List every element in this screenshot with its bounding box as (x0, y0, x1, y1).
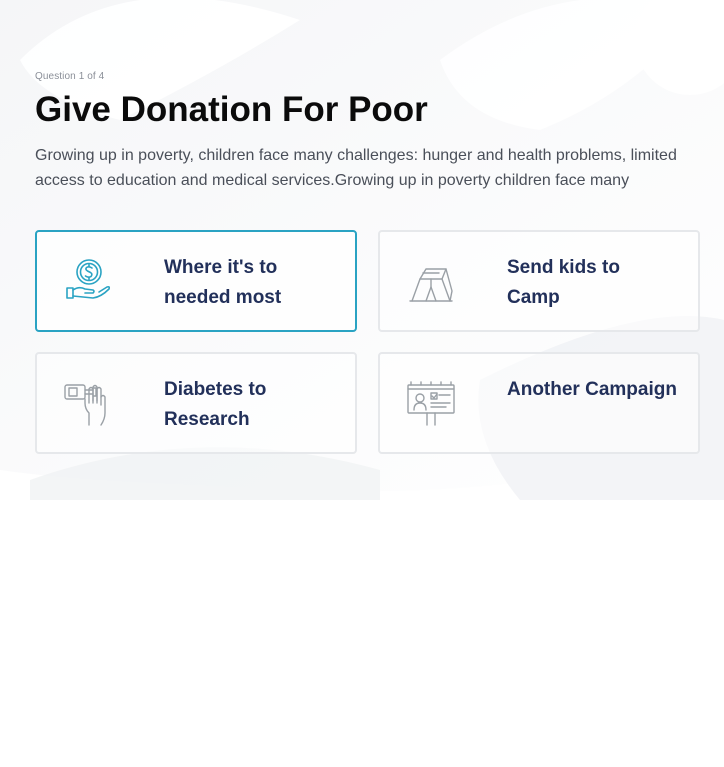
hand-glucose-meter-icon (64, 384, 106, 426)
option-card-another-campaign[interactable]: Another Campaign (378, 352, 700, 454)
question-progress: Question 1 of 4 (35, 71, 105, 82)
billboard-icon (407, 381, 455, 426)
option-card-diabetes-research[interactable]: Diabetes to Research (35, 352, 357, 454)
tent-icon (409, 268, 453, 302)
option-label: Diabetes to Research (164, 379, 267, 430)
coin-hand-icon (66, 259, 111, 299)
page-title: Give Donation For Poor (35, 90, 428, 129)
option-label: Send kids to Camp (507, 257, 620, 308)
option-card-needed-most[interactable]: Where it's to needed most (35, 230, 357, 332)
option-label: Another Campaign (507, 379, 677, 400)
page-description: Growing up in poverty, children face man… (35, 147, 677, 189)
option-card-kids-camp[interactable]: Send kids to Camp (378, 230, 700, 332)
option-label: Where it's to needed most (164, 257, 282, 308)
